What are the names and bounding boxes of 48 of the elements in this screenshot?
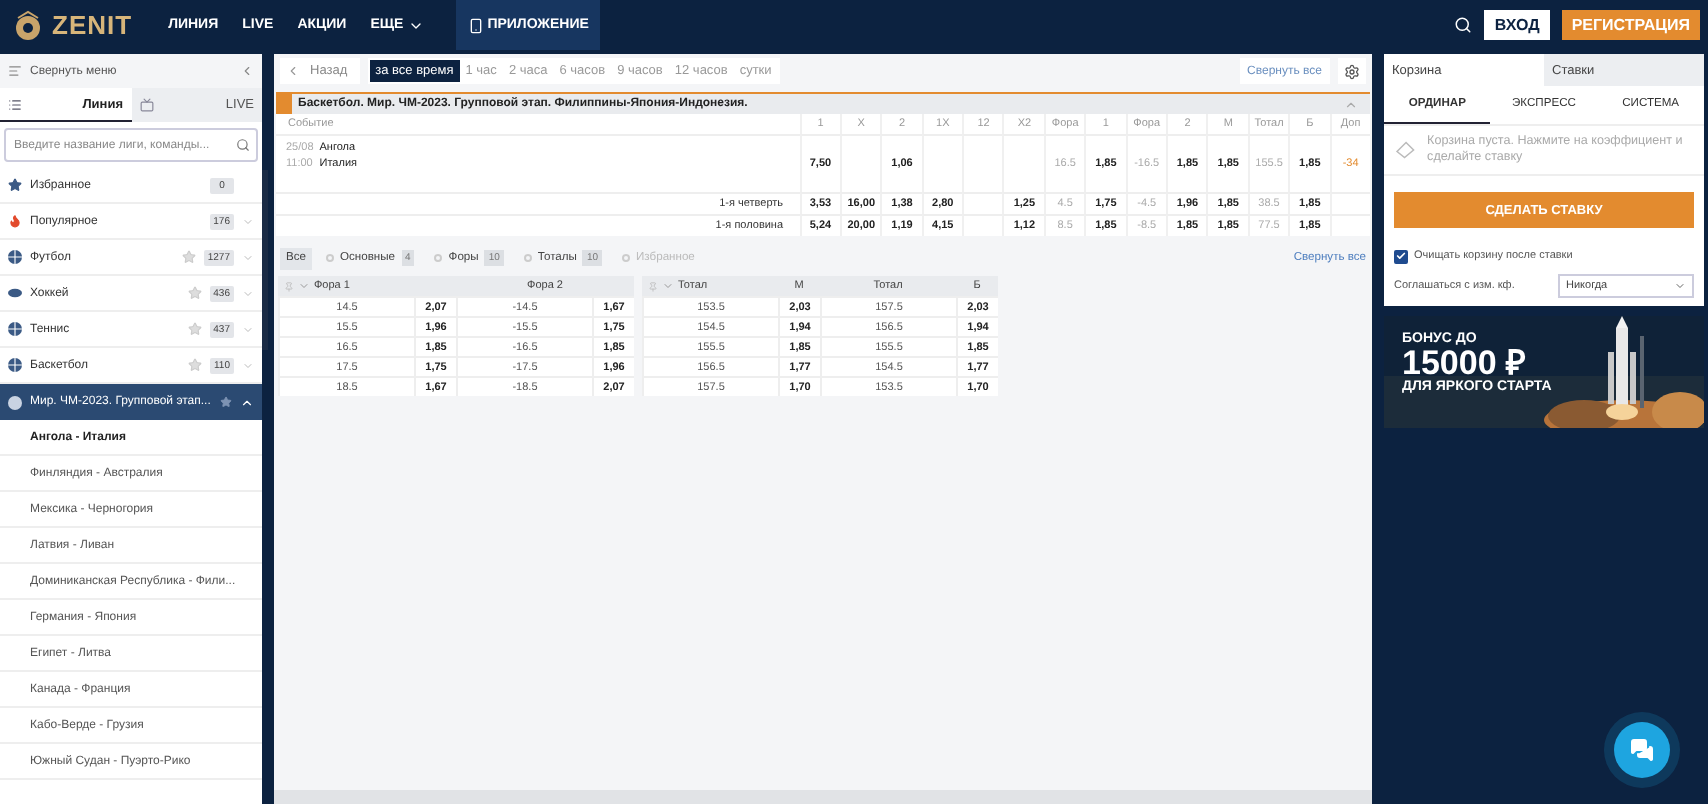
star-icon[interactable] (181, 250, 196, 264)
settings-icon (1344, 63, 1360, 79)
pin-icon (284, 281, 294, 291)
tv-icon (139, 98, 153, 112)
chat-icon (1630, 738, 1654, 762)
chevron-down-icon (1674, 280, 1686, 292)
chevron-down-icon (242, 287, 254, 299)
phone-icon (467, 17, 484, 33)
star-icon[interactable] (187, 322, 202, 336)
chevron-down-icon (298, 280, 310, 292)
logo-text: ZENIT (52, 10, 133, 40)
flame-icon (8, 214, 22, 228)
settings-button[interactable] (1338, 58, 1366, 84)
star-icon (8, 178, 22, 192)
chevron-down-icon (242, 251, 254, 263)
login-button[interactable]: ВХОД (1484, 10, 1550, 40)
ball-icon (8, 322, 22, 336)
collapse-toggle[interactable] (276, 94, 292, 114)
star-icon[interactable] (220, 396, 232, 408)
search-icon (236, 138, 250, 152)
chevron-left-icon (286, 64, 300, 78)
list-icon (8, 97, 22, 111)
chevron-left-icon (240, 64, 254, 78)
scrollbar-thumb[interactable] (262, 170, 268, 350)
chevron-down-icon (662, 280, 674, 292)
ball-logo-icon (12, 9, 44, 41)
chevron-down-icon (242, 323, 254, 335)
radio-icon (622, 254, 631, 262)
ball-icon (8, 395, 22, 409)
ball-icon (8, 250, 22, 264)
banner-amount: 15000 ₽ (1402, 346, 1526, 380)
check-icon (1396, 250, 1406, 262)
radio-icon (523, 254, 532, 262)
puck-icon (8, 286, 22, 300)
horizontal-scrollbar[interactable] (274, 790, 1372, 804)
chevron-up-icon[interactable] (1344, 97, 1358, 111)
chevron-down-icon (242, 359, 254, 371)
search-icon[interactable] (1454, 16, 1473, 34)
ball-icon (8, 358, 22, 372)
chat-button[interactable] (1614, 722, 1670, 778)
radio-icon (326, 254, 334, 262)
star-icon[interactable] (187, 286, 202, 300)
chevron-down-icon (242, 215, 254, 227)
radio-icon (434, 254, 443, 262)
star-icon[interactable] (188, 358, 202, 372)
checkbox[interactable] (1394, 249, 1408, 263)
pin-icon (648, 281, 658, 291)
menu-icon (8, 64, 22, 78)
